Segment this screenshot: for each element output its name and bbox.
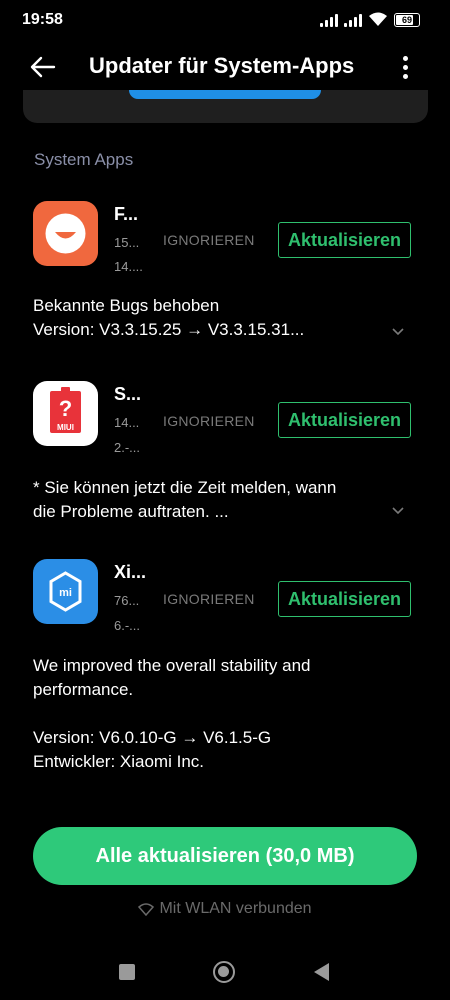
navigation-bar (0, 945, 450, 1000)
status-icons: 69 (320, 12, 420, 27)
description-line: Version: V3.3.15.25 → V3.3.15.31... (33, 320, 305, 339)
app-header: Updater für System-Apps (0, 40, 450, 95)
page-title: Updater für System-Apps (89, 53, 355, 78)
signal-icon-2 (344, 13, 362, 27)
app-name: S... (114, 384, 142, 404)
battery-icon: 69 (394, 13, 420, 27)
app-date: 14.... (114, 259, 143, 274)
wifi-status-text: Mit WLAN verbunden (159, 900, 312, 917)
app-size: 14... (114, 415, 140, 430)
wifi-icon (369, 12, 387, 26)
description-line: die Probleme auftraten. ... (33, 502, 229, 521)
more-options-button[interactable] (395, 52, 415, 82)
app-size: 15... (114, 235, 140, 250)
svg-text:?: ? (59, 396, 72, 421)
ignore-button[interactable]: IGNORIEREN (163, 413, 255, 429)
app-date: 6.-... (114, 618, 141, 633)
svg-text:mi: mi (59, 587, 72, 599)
section-label: System Apps (34, 150, 134, 169)
signal-icon (320, 13, 338, 27)
description-line: Version: V6.0.10-G → V6.1.5-G (33, 728, 272, 747)
chevron-down-icon[interactable] (391, 327, 405, 337)
update-button[interactable]: Aktualisieren (278, 581, 411, 617)
app-name: F... (114, 204, 139, 224)
back-nav-button[interactable] (314, 963, 329, 981)
battery-level: 69 (401, 15, 412, 25)
home-button[interactable] (213, 961, 235, 983)
summary-card-button[interactable] (129, 90, 321, 99)
app-size: 76... (114, 593, 140, 608)
xiaomi-store-icon[interactable]: mi (33, 559, 98, 624)
smile-face-icon[interactable] (33, 201, 98, 266)
update-all-button[interactable]: Alle aktualisieren (30,0 MB) (33, 827, 417, 885)
description-line: performance. (33, 680, 134, 699)
chevron-down-icon[interactable] (391, 506, 405, 516)
update-summary-card (23, 90, 428, 123)
description-line: Entwickler: Xiaomi Inc. (33, 752, 204, 771)
miui-feedback-icon[interactable]: ? MIUI (33, 381, 98, 446)
wifi-status: Mit WLAN verbunden (0, 900, 450, 918)
ignore-button[interactable]: IGNORIEREN (163, 232, 255, 248)
back-button[interactable] (26, 50, 60, 84)
recents-button[interactable] (119, 964, 135, 980)
update-button[interactable]: Aktualisieren (278, 222, 411, 258)
description-line: Bekannte Bugs behoben (33, 296, 220, 315)
app-description: Bekannte Bugs behoben Version: V3.3.15.2… (33, 294, 304, 342)
status-time: 19:58 (22, 11, 63, 28)
app-description: We improved the overall stability and pe… (33, 654, 311, 774)
wifi-icon (138, 902, 155, 916)
description-line: * Sie können jetzt die Zeit melden, wann (33, 478, 337, 497)
miui-badge: MIUI (57, 423, 74, 432)
app-name: Xi... (114, 562, 147, 582)
app-date: 2.-... (114, 440, 141, 455)
ignore-button[interactable]: IGNORIEREN (163, 591, 255, 607)
description-line: We improved the overall stability and (33, 656, 311, 675)
update-button[interactable]: Aktualisieren (278, 402, 411, 438)
app-description: * Sie können jetzt die Zeit melden, wann… (33, 476, 336, 524)
status-bar: 19:58 69 (0, 0, 450, 40)
arrow-left-icon (30, 56, 56, 78)
